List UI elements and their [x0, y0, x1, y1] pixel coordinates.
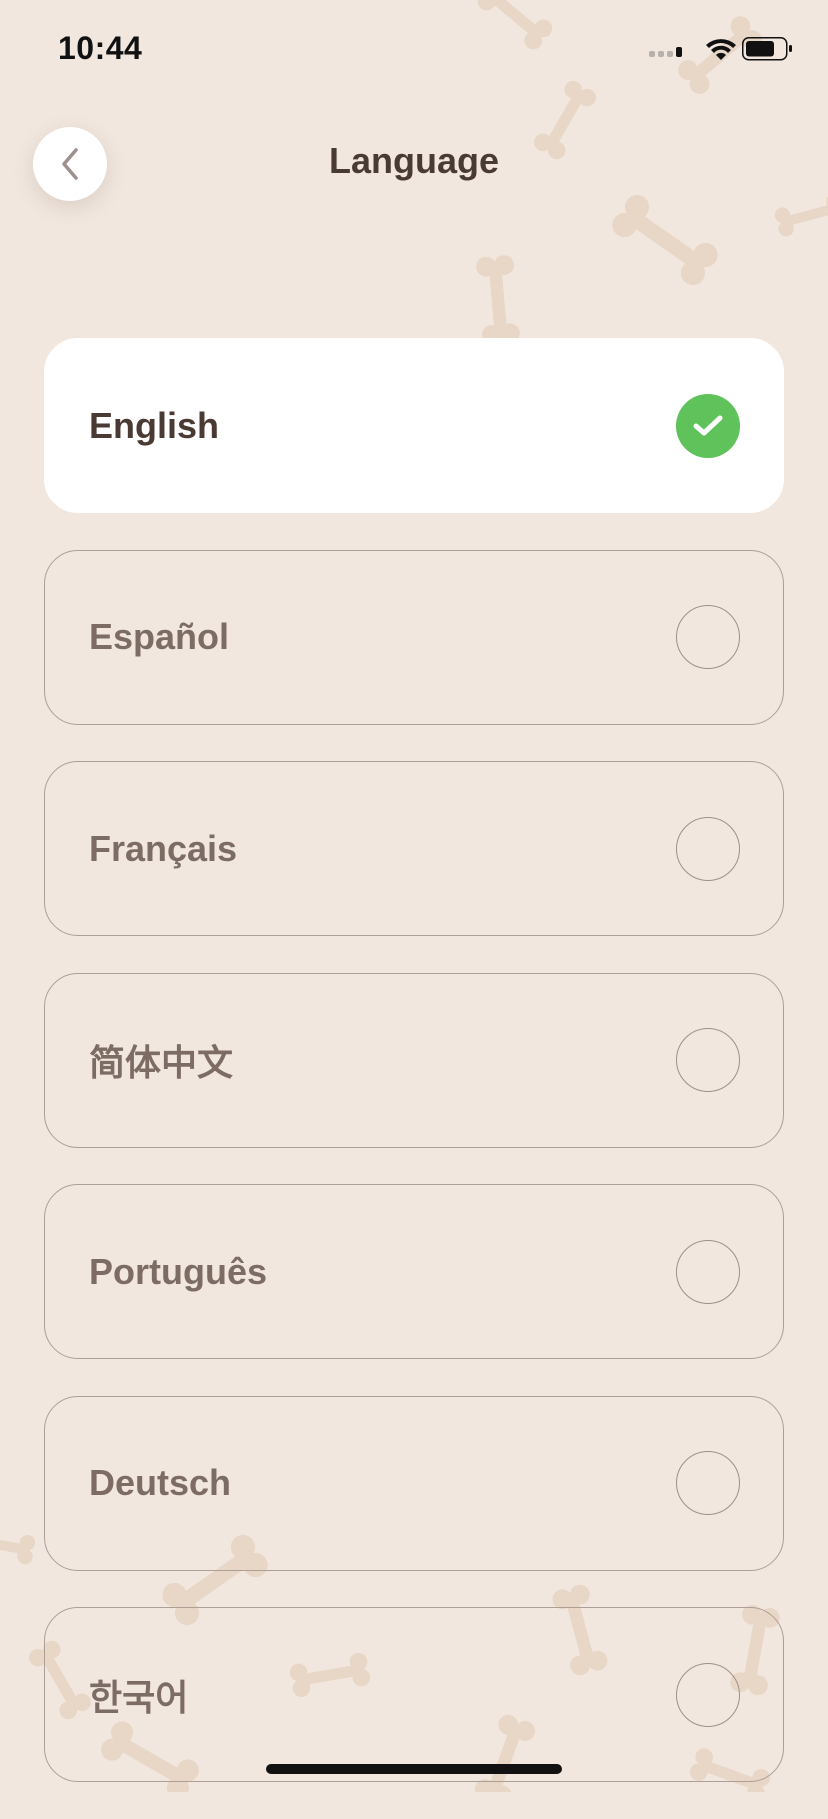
status-icons [649, 34, 794, 64]
language-label: 简体中文 [89, 1042, 234, 1083]
home-indicator [266, 1764, 562, 1774]
wifi-icon [706, 39, 736, 60]
language-label: Français [89, 827, 238, 869]
language-option-english[interactable]: English [44, 338, 784, 513]
language-label: English [89, 404, 220, 446]
language-list: English Español Français 简体中文 Português … [44, 338, 784, 1819]
language-option-spanish[interactable]: Español [44, 549, 784, 725]
radio-unselected-icon [676, 1662, 740, 1727]
checkmark-icon [693, 415, 723, 435]
radio-unselected-icon [676, 1239, 740, 1304]
language-option-chinese[interactable]: 简体中文 [44, 972, 784, 1148]
language-option-korean[interactable]: 한국어 [44, 1607, 784, 1782]
language-option-french[interactable]: Français [44, 761, 784, 936]
signal-icon [649, 47, 682, 57]
language-option-german[interactable]: Deutsch [44, 1395, 784, 1571]
page-title: Language [328, 140, 499, 181]
radio-unselected-icon [676, 1451, 740, 1515]
radio-unselected-icon [676, 1028, 740, 1092]
language-label: Deutsch [89, 1462, 232, 1503]
language-label: Português [89, 1250, 268, 1292]
language-label: Español [89, 616, 230, 657]
battery-icon [742, 37, 792, 61]
language-option-portuguese[interactable]: Português [44, 1184, 784, 1359]
status-indicators-icon [649, 37, 792, 61]
language-label: 한국어 [89, 1676, 189, 1718]
status-bar: 10:44 [0, 0, 828, 100]
radio-unselected-icon [676, 605, 740, 669]
selected-check-icon [676, 393, 740, 458]
radio-unselected-icon [676, 816, 740, 881]
status-time: 10:44 [58, 30, 143, 66]
